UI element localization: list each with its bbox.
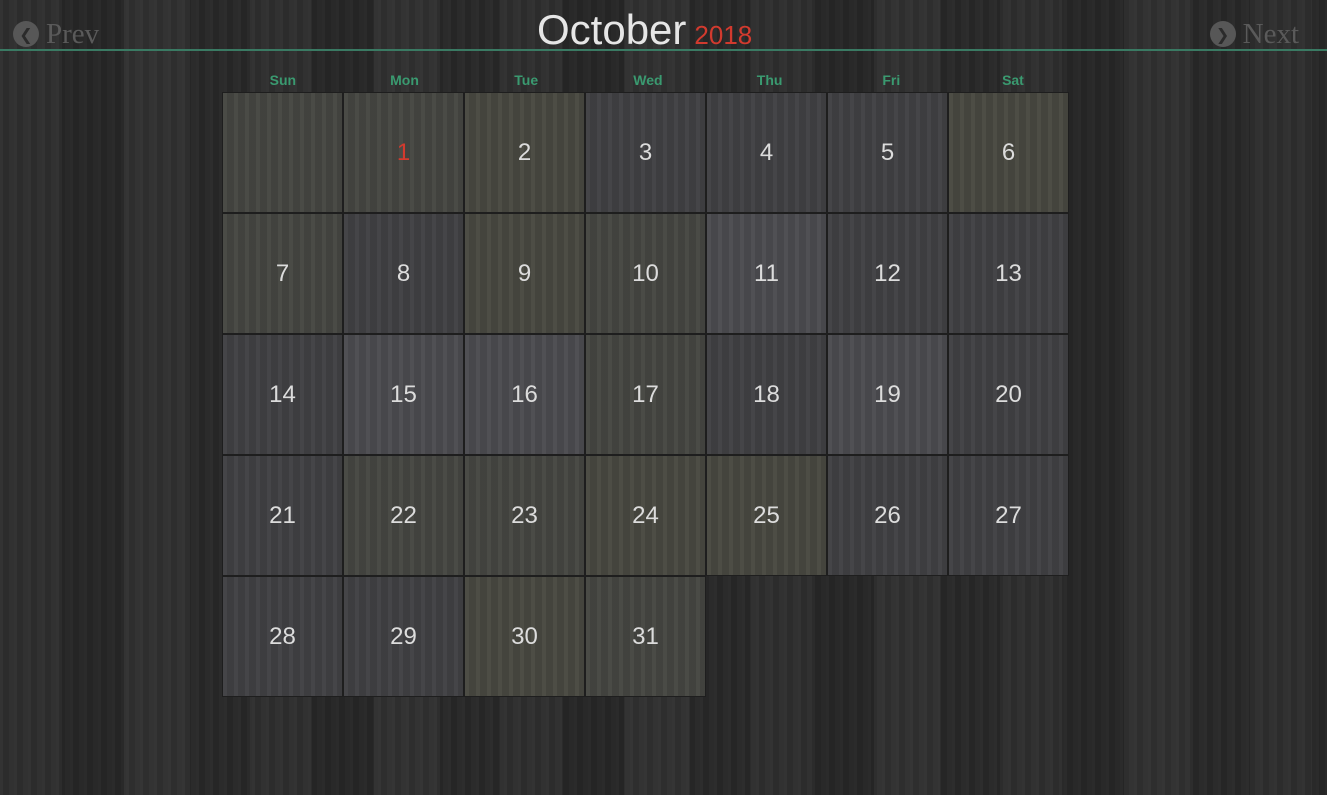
day-cell[interactable]: 2 xyxy=(464,92,585,213)
day-cell[interactable]: 18 xyxy=(706,334,827,455)
chevron-left-icon: ❮ xyxy=(13,21,39,47)
calendar-grid: 1 2 3 4 5 6 7 8 9 10 11 12 13 14 15 16 1… xyxy=(222,92,1069,697)
month-title: October xyxy=(537,6,687,53)
weekday-label: Sun xyxy=(269,72,297,88)
day-cell[interactable]: 30 xyxy=(464,576,585,697)
calendar-header: ❮ Prev October 2018 ❯ Next xyxy=(0,0,1327,54)
day-cell[interactable]: 6 xyxy=(948,92,1069,213)
day-cell[interactable]: 8 xyxy=(343,213,464,334)
day-cell[interactable]: 12 xyxy=(827,213,948,334)
day-cell[interactable]: 9 xyxy=(464,213,585,334)
day-cell[interactable]: 22 xyxy=(343,455,464,576)
day-cell[interactable]: 3 xyxy=(585,92,706,213)
weekday-label: Sat xyxy=(1002,72,1024,88)
day-cell[interactable]: 16 xyxy=(464,334,585,455)
day-cell[interactable]: 4 xyxy=(706,92,827,213)
day-cell-today[interactable]: 1 xyxy=(343,92,464,213)
day-cell[interactable]: 15 xyxy=(343,334,464,455)
day-cell[interactable]: 27 xyxy=(948,455,1069,576)
weekday-row: Sun Mon Tue Wed Thu Fri Sat xyxy=(222,72,1074,88)
day-cell[interactable]: 5 xyxy=(827,92,948,213)
day-cell[interactable]: 21 xyxy=(222,455,343,576)
weekday-label: Fri xyxy=(882,72,901,88)
day-cell[interactable]: 26 xyxy=(827,455,948,576)
next-button[interactable]: ❯ Next xyxy=(1209,17,1299,51)
day-cell[interactable]: 23 xyxy=(464,455,585,576)
day-cell[interactable]: 14 xyxy=(222,334,343,455)
weekday-label: Tue xyxy=(514,72,539,88)
year-title: 2018 xyxy=(694,20,753,50)
header-divider xyxy=(0,49,1327,51)
weekday-label: Thu xyxy=(756,72,783,88)
prev-label: Prev xyxy=(46,17,100,50)
day-cell[interactable]: 20 xyxy=(948,334,1069,455)
page-title: October 2018 xyxy=(537,6,752,54)
next-label: Next xyxy=(1242,17,1299,50)
day-cell[interactable]: 13 xyxy=(948,213,1069,334)
day-cell[interactable]: 19 xyxy=(827,334,948,455)
weekday-label: Mon xyxy=(390,72,419,88)
day-cell[interactable]: 10 xyxy=(585,213,706,334)
day-cell[interactable]: 17 xyxy=(585,334,706,455)
chevron-right-icon: ❯ xyxy=(1209,21,1236,47)
weekday-label: Wed xyxy=(633,72,663,88)
day-cell[interactable]: 25 xyxy=(706,455,827,576)
day-cell[interactable]: 31 xyxy=(585,576,706,697)
prev-button[interactable]: ❮ Prev xyxy=(13,17,99,51)
day-cell[interactable]: 29 xyxy=(343,576,464,697)
day-cell[interactable]: 7 xyxy=(222,213,343,334)
day-cell[interactable]: 24 xyxy=(585,455,706,576)
day-cell[interactable]: 11 xyxy=(706,213,827,334)
day-cell[interactable]: 28 xyxy=(222,576,343,697)
day-cell-empty xyxy=(222,92,343,213)
